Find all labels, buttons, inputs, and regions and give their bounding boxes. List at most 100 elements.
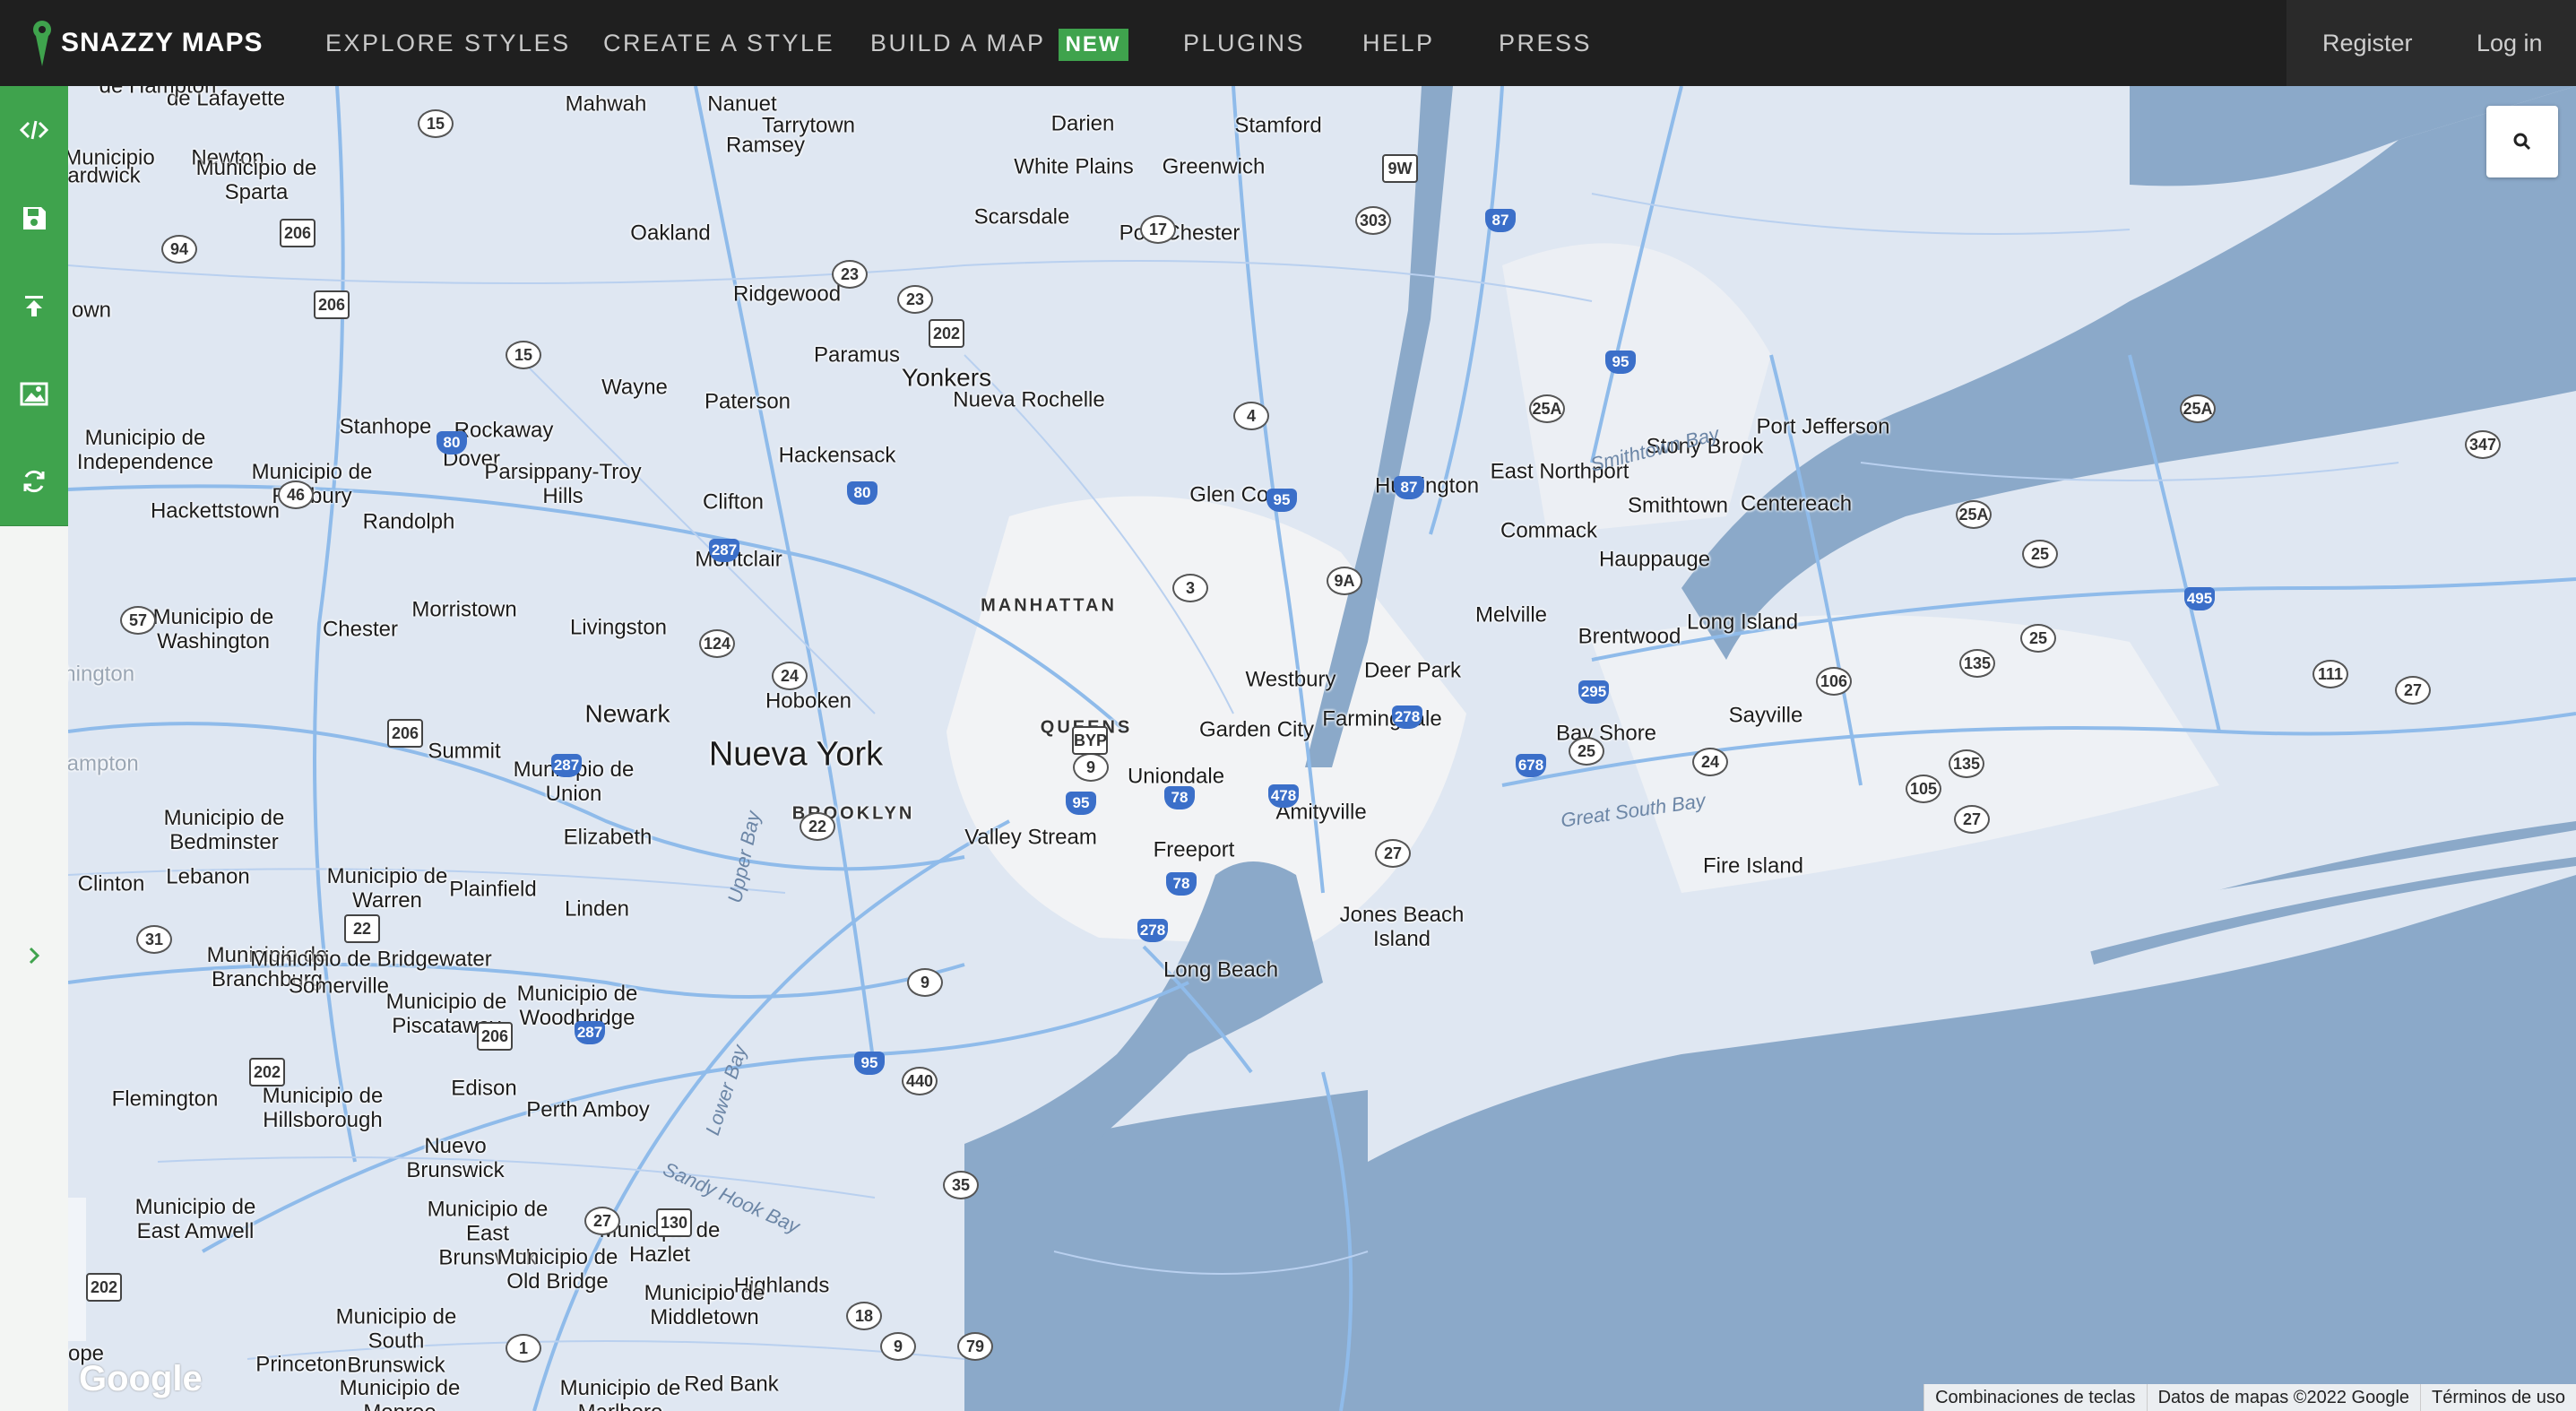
login-link[interactable]: Log in [2477,0,2543,86]
place-label: Nueva Rochelle [953,387,1105,412]
chevron-right-icon [29,947,40,965]
place-label: own [71,298,112,323]
place-label: ashington [68,662,135,687]
place-label: Municipio de Hillsborough [262,1084,384,1132]
register-link[interactable]: Register [2322,0,2413,86]
map-canvas[interactable]: Mahwah Nanuet Tarrytown Darien de Lafaye… [68,86,2576,1411]
route-shield: 9A [1327,567,1362,595]
place-label: Rockaway [454,418,554,443]
place-label: Municipio de Bridgewater [250,947,492,972]
interstate-shield: 678 [1516,754,1546,777]
route-shield: 23 [897,285,933,314]
nav-plugins[interactable]: PLUGINS [1183,0,1305,86]
route-shield: 135 [1949,749,1984,778]
route-shield: 27 [584,1207,620,1235]
place-label: Huntington [1374,473,1480,498]
place-label: Mahwah [565,91,647,117]
route-shield: 15 [506,341,541,369]
route-shield: 46 [278,480,314,509]
place-label: Paramus [813,342,901,368]
place-label: Melville [1474,602,1548,628]
route-shield: 206 [280,219,316,247]
route-shield: 206 [387,719,423,748]
route-shield: 25 [2022,540,2058,568]
route-shield: 79 [957,1332,993,1361]
map-data-attribution[interactable]: Datos de mapas ©2022 Google [2146,1384,2421,1411]
route-shield: 15 [418,109,454,138]
place-label: Long Beach [1163,957,1279,983]
place-label: Jones Beach Island [1339,903,1465,951]
save-button[interactable] [0,174,68,263]
place-label: Municipio [68,145,155,170]
route-shield: 25A [2180,394,2216,423]
brand-name: SNAZZY MAPS [61,28,264,57]
route-shield: 31 [136,925,172,954]
place-label: Wayne [601,375,668,400]
route-shield: 9 [907,968,943,997]
place-label: Paterson [704,389,791,414]
place-label: Plainfield [449,877,537,902]
nav-press[interactable]: PRESS [1499,0,1592,86]
place-label: Greenwich [1162,154,1266,179]
interstate-shield: 80 [847,481,877,505]
map-pin-icon [33,21,51,66]
code-button[interactable] [0,86,68,175]
expand-panel-button[interactable] [0,920,68,991]
route-shield: 17 [1140,215,1176,244]
route-shield: 9 [1073,753,1109,782]
route-shield: 23 [832,260,868,289]
place-label: Municipio de East Amwell [134,1195,256,1243]
nav-build-a-map-label: BUILD A MAP [870,30,1046,56]
nav-explore-styles[interactable]: EXPLORE STYLES [325,0,571,86]
place-label: Uniondale [1127,764,1225,789]
place-label: Municipio de Washington [152,605,274,654]
nav-build-a-map[interactable]: BUILD A MAP NEW [870,0,1128,86]
place-label: Fire Island [1702,853,1804,879]
place-label: Valley Stream [964,825,1097,850]
place-label: Hoboken [765,688,852,714]
route-shield: 202 [249,1058,285,1086]
nav-help[interactable]: HELP [1362,0,1435,86]
place-label: Farmingdale [1322,706,1442,731]
route-shield: 24 [1692,748,1728,776]
save-icon [23,207,46,229]
terms-of-use-link[interactable]: Términos de uso [2420,1384,2576,1411]
interstate-shield: 87 [1394,476,1424,499]
interstate-shield: 95 [1266,489,1297,512]
upload-button[interactable] [0,262,68,351]
route-shield: 18 [846,1302,882,1330]
route-shield: 27 [1954,805,1990,834]
interstate-shield: 278 [1392,706,1422,729]
nav-create-a-style[interactable]: CREATE A STYLE [603,0,834,86]
place-label: Municipio de Monroe [339,1376,461,1411]
keyboard-shortcuts-link[interactable]: Combinaciones de teclas [1923,1384,2147,1411]
image-button[interactable] [0,350,68,438]
route-shield: 9W [1382,154,1418,183]
place-label: Perth Amboy [526,1097,650,1122]
image-icon [20,382,48,406]
place-label: Municipio de Bedminster [163,806,285,854]
snazzy-maps-logo[interactable]: SNAZZY MAPS [32,0,263,86]
route-shield: 347 [2465,430,2501,459]
place-label: Garden City [1198,717,1315,742]
place-label: Municipio de Middletown [644,1281,765,1329]
map-search-button[interactable] [2486,106,2558,177]
google-logo[interactable]: Google [79,1359,203,1399]
place-label: Lebanon [166,864,250,889]
route-shield: 206 [477,1022,513,1051]
place-label: Newark [584,699,670,728]
interstate-shield: 78 [1164,786,1195,809]
new-badge: NEW [1058,28,1128,61]
route-shield: 3 [1172,574,1208,602]
place-label: Municipio de Warren [326,864,448,913]
interstate-shield: 95 [1605,351,1636,374]
refresh-button[interactable] [0,437,68,526]
interstate-shield: 95 [1066,792,1096,815]
route-shield: 35 [943,1171,979,1199]
place-label: de Hampton [99,86,217,99]
route-shield: BYP [1072,726,1108,755]
place-label: Flemington [111,1086,219,1112]
route-shield: 27 [1375,839,1411,868]
place-label: Summit [428,739,501,764]
interstate-shield: 78 [1166,872,1197,896]
